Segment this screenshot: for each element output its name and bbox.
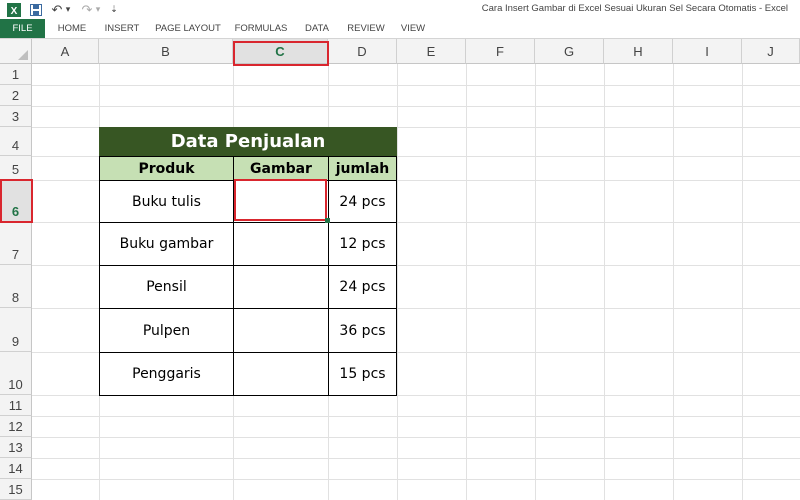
column-header-h[interactable]: H: [604, 39, 673, 64]
cell-produk[interactable]: Pensil: [99, 265, 234, 309]
cell-produk[interactable]: Pulpen: [99, 308, 234, 353]
row-header-5[interactable]: 5: [0, 156, 32, 180]
cell-jumlah[interactable]: 36 pcs: [328, 308, 397, 353]
cell-gambar[interactable]: [233, 265, 329, 309]
tab-formulas[interactable]: FORMULAS: [232, 19, 290, 38]
gridline: [32, 458, 800, 459]
customize-qat-icon[interactable]: ⇣: [109, 2, 119, 17]
gridline: [742, 64, 743, 500]
row-header-4[interactable]: 4: [0, 127, 32, 156]
row-header-9[interactable]: 9: [0, 308, 32, 352]
tab-review[interactable]: REVIEW: [344, 19, 388, 38]
row-header-14[interactable]: 14: [0, 458, 32, 479]
gridline: [604, 64, 605, 500]
cell-jumlah[interactable]: 15 pcs: [328, 352, 397, 396]
column-header-e[interactable]: E: [397, 39, 466, 64]
tab-insert[interactable]: INSERT: [101, 19, 143, 38]
cell-jumlah[interactable]: 12 pcs: [328, 222, 397, 266]
column-header-d[interactable]: D: [328, 39, 397, 64]
active-cell-highlight: [234, 179, 327, 221]
tab-file[interactable]: FILE: [0, 19, 45, 38]
row-header-7[interactable]: 7: [0, 222, 32, 265]
cell-produk[interactable]: Penggaris: [99, 352, 234, 396]
column-header-j[interactable]: J: [742, 39, 800, 64]
header-jumlah[interactable]: jumlah: [328, 156, 397, 181]
row-header-3[interactable]: 3: [0, 106, 32, 127]
save-icon[interactable]: [28, 2, 43, 17]
row-header-1[interactable]: 1: [0, 64, 32, 85]
gridline: [32, 106, 800, 107]
title-bar: X ↶ ▾ ↷ ▾ ⇣ Cara Insert Gambar di Excel …: [0, 0, 800, 19]
highlight-row-6: [0, 179, 33, 223]
gridline: [466, 64, 467, 500]
ribbon-tabs: FILE HOME INSERT PAGE LAYOUT FORMULAS DA…: [0, 19, 800, 39]
header-gambar[interactable]: Gambar: [233, 156, 329, 181]
cell-gambar[interactable]: [233, 352, 329, 396]
cell-jumlah[interactable]: 24 pcs: [328, 180, 397, 223]
worksheet[interactable]: A B C D E F G H I J 1 2 3 4 5 6 7 8 9 10…: [0, 39, 800, 500]
window-title: Cara Insert Gambar di Excel Sesuai Ukura…: [481, 3, 788, 14]
excel-logo-icon: X: [6, 2, 21, 17]
column-header-a[interactable]: A: [32, 39, 99, 64]
redo-dropdown-icon[interactable]: ▾: [94, 2, 102, 17]
tab-view[interactable]: VIEW: [398, 19, 428, 38]
column-header-g[interactable]: G: [535, 39, 604, 64]
fill-handle[interactable]: [325, 218, 330, 223]
select-all-corner[interactable]: [0, 39, 32, 64]
cell-produk[interactable]: Buku gambar: [99, 222, 234, 266]
undo-dropdown-icon[interactable]: ▾: [64, 2, 72, 17]
tab-page-layout[interactable]: PAGE LAYOUT: [152, 19, 224, 38]
table-title[interactable]: Data Penjualan: [99, 127, 397, 156]
cell-gambar[interactable]: [233, 222, 329, 266]
gridline: [32, 85, 800, 86]
row-header-2[interactable]: 2: [0, 85, 32, 106]
cell-produk[interactable]: Buku tulis: [99, 180, 234, 223]
gridline: [397, 64, 398, 500]
redo-icon[interactable]: ↷: [80, 2, 94, 17]
gridline: [32, 437, 800, 438]
header-produk[interactable]: Produk: [99, 156, 234, 181]
column-header-i[interactable]: I: [673, 39, 742, 64]
row-header-8[interactable]: 8: [0, 265, 32, 308]
row-header-12[interactable]: 12: [0, 416, 32, 437]
gridline: [32, 479, 800, 480]
gridline: [673, 64, 674, 500]
gridline: [32, 416, 800, 417]
tab-data[interactable]: DATA: [300, 19, 334, 38]
select-all-triangle-icon: [18, 50, 28, 60]
highlight-column-c: [233, 41, 329, 66]
column-header-b[interactable]: B: [99, 39, 233, 64]
column-header-f[interactable]: F: [466, 39, 535, 64]
row-header-11[interactable]: 11: [0, 395, 32, 416]
cell-gambar[interactable]: [233, 308, 329, 353]
cell-jumlah[interactable]: 24 pcs: [328, 265, 397, 309]
row-header-10[interactable]: 10: [0, 352, 32, 395]
svg-text:X: X: [10, 6, 17, 17]
row-header-15[interactable]: 15: [0, 479, 32, 500]
tab-home[interactable]: HOME: [52, 19, 92, 38]
gridline: [535, 64, 536, 500]
undo-icon[interactable]: ↶: [50, 2, 64, 17]
row-header-13[interactable]: 13: [0, 437, 32, 458]
